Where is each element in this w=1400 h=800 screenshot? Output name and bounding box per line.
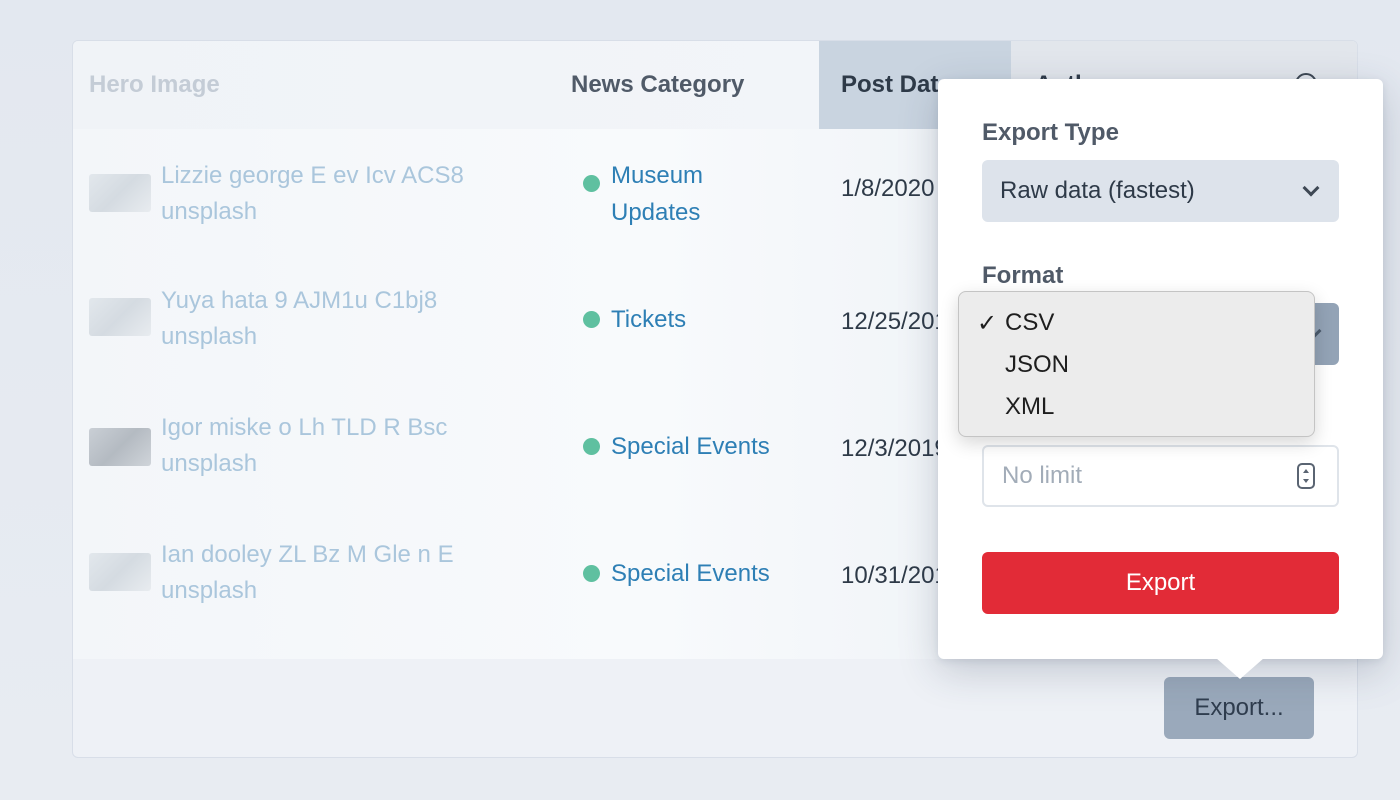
chevron-down-icon (1302, 179, 1320, 197)
format-option-csv[interactable]: ✓ CSV (959, 302, 1314, 344)
news-category-line1: Special Events (611, 433, 770, 460)
hero-image-name[interactable]: Ian dooley ZL Bz M Gle n E unsplash (161, 537, 521, 609)
news-category-cell[interactable]: Special Events (583, 428, 770, 465)
number-stepper-icon[interactable] (1297, 463, 1315, 489)
hero-image-thumbnail (89, 428, 151, 466)
category-dot-icon (583, 438, 600, 455)
export-type-value: Raw data (fastest) (1000, 177, 1195, 204)
category-dot-icon (583, 311, 600, 328)
hero-image-thumbnail (89, 174, 151, 212)
export-button[interactable]: Export (982, 552, 1339, 614)
category-dot-icon (583, 175, 600, 192)
row-limit-placeholder: No limit (1002, 462, 1083, 489)
format-option-label: XML (1005, 393, 1055, 420)
hero-image-name-line1: Ian dooley ZL Bz M Gle n E (161, 541, 454, 568)
format-option-label: JSON (1005, 351, 1070, 378)
column-header-post-date-label: Post Date (841, 71, 952, 98)
news-category-line2: Updates (611, 199, 701, 226)
column-header-news-category[interactable]: News Category (571, 41, 744, 129)
checkmark-icon: ✓ (977, 309, 998, 337)
hero-image-name-line1: Yuya hata 9 AJM1u C1bj8 (161, 287, 438, 314)
hero-image-name-line2: unsplash (161, 450, 258, 477)
news-category-line1: Museum (611, 162, 704, 189)
column-header-hero-image[interactable]: Hero Image (89, 41, 220, 129)
hero-image-thumbnail (89, 553, 151, 591)
hero-image-name[interactable]: Igor miske o Lh TLD R Bsc unsplash (161, 410, 521, 482)
hero-image-name-line1: Lizzie george E ev Icv ACS8 (161, 162, 464, 189)
format-option-json[interactable]: JSON (959, 344, 1314, 386)
format-label: Format (982, 262, 1064, 289)
hero-image-name-line2: unsplash (161, 198, 258, 225)
format-option-xml[interactable]: XML (959, 386, 1314, 428)
hero-image-name-line2: unsplash (161, 577, 258, 604)
hero-image-name[interactable]: Lizzie george E ev Icv ACS8 unsplash (161, 158, 521, 230)
hero-image-name[interactable]: Yuya hata 9 AJM1u C1bj8 unsplash (161, 283, 521, 355)
hero-image-name-line1: Igor miske o Lh TLD R Bsc (161, 414, 448, 441)
format-dropdown-menu: ✓ CSV JSON XML (958, 291, 1315, 437)
news-category-cell[interactable]: Museum Updates (583, 157, 703, 231)
export-type-select[interactable]: Raw data (fastest) (982, 160, 1339, 222)
popover-arrow (1216, 658, 1264, 679)
row-limit-input[interactable]: No limit (982, 445, 1339, 507)
export-menu-button[interactable]: Export... (1164, 677, 1314, 739)
news-category-cell[interactable]: Tickets (583, 301, 686, 338)
format-option-label: CSV (1005, 309, 1055, 336)
news-category-line1: Special Events (611, 560, 770, 587)
hero-image-name-line2: unsplash (161, 323, 258, 350)
hero-image-thumbnail (89, 298, 151, 336)
news-category-cell[interactable]: Special Events (583, 555, 770, 592)
category-dot-icon (583, 565, 600, 582)
news-category-line1: Tickets (611, 306, 687, 333)
export-type-label: Export Type (982, 119, 1119, 146)
